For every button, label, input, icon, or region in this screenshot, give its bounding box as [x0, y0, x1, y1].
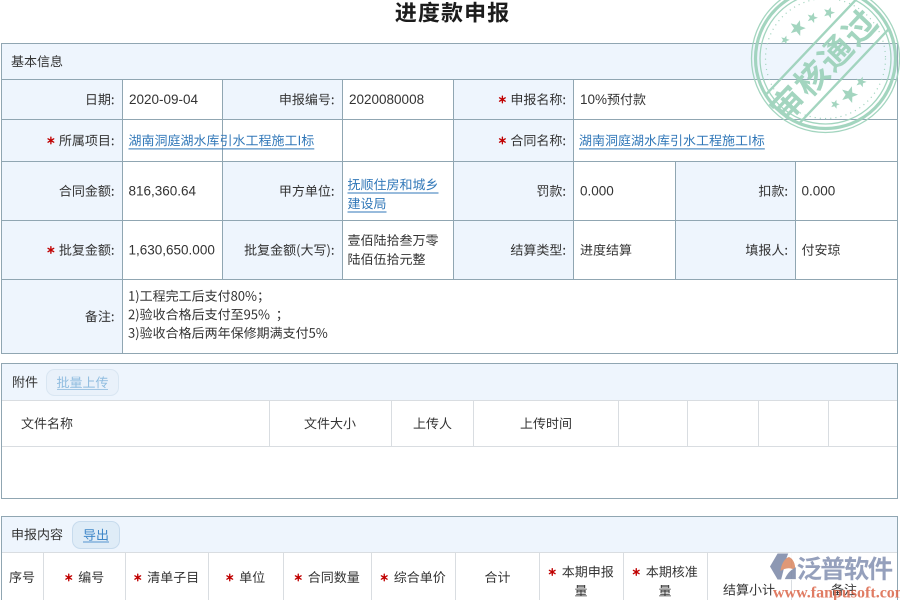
svg-text:0.000: 0.000	[580, 184, 614, 199]
svg-text:816,360.64: 816,360.64	[129, 184, 197, 199]
svg-text:0.000: 0.000	[802, 184, 836, 199]
svg-text:1,630,650.000: 1,630,650.000	[129, 243, 215, 258]
svg-text:www.fanpusoft.com: www.fanpusoft.com	[773, 585, 900, 600]
svg-text:10%: 10%	[580, 92, 607, 107]
svg-text:2020-09-04: 2020-09-04	[129, 92, 199, 107]
svg-text:2020080008: 2020080008	[349, 92, 424, 107]
